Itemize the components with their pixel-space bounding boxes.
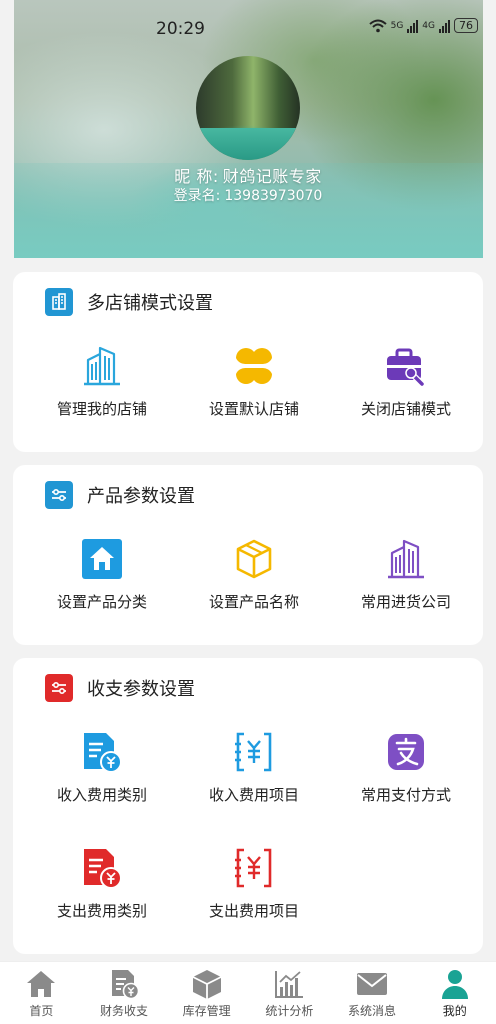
- item-label: 关闭店铺模式: [360, 400, 451, 418]
- item-label: 常用进货公司: [360, 593, 451, 611]
- buildings-icon: [84, 346, 120, 386]
- item-label: 支出费用项目: [208, 902, 299, 920]
- status-time: 20:29: [156, 19, 205, 39]
- expense-item-icon: [235, 848, 272, 888]
- tab-label: 我的: [442, 1004, 467, 1018]
- login-row: 登录名: 13983973070: [0, 185, 496, 205]
- login-value: 13983973070: [224, 188, 323, 204]
- section-title: 产品参数设置: [87, 486, 195, 507]
- home-category-icon: [82, 539, 122, 579]
- chart-icon: [275, 971, 304, 998]
- section-title-row: 多店铺模式设置: [45, 288, 213, 316]
- avatar-image: [196, 128, 300, 160]
- clover-icon: [236, 348, 272, 384]
- mail-icon: [357, 973, 388, 995]
- toolbox-icon: [387, 348, 425, 387]
- alipay-icon: [388, 734, 424, 770]
- payment-method-button[interactable]: 常用支付方式: [331, 730, 481, 805]
- close-store-mode-button[interactable]: 关闭店铺模式: [331, 344, 481, 419]
- company-icon: [388, 539, 424, 579]
- manage-stores-button[interactable]: 管理我的店铺: [27, 344, 177, 419]
- income-item-button[interactable]: 收入费用项目: [179, 730, 329, 805]
- tab-messages[interactable]: 系统消息: [331, 962, 414, 1024]
- network-4g-label: 4G: [422, 20, 435, 31]
- section-title-row: 产品参数设置: [45, 481, 195, 509]
- home-icon: [27, 971, 56, 997]
- section-title: 收支参数设置: [87, 679, 195, 700]
- expense-item-button[interactable]: 支出费用项目: [179, 846, 329, 921]
- finance-doc-icon: [112, 970, 140, 1000]
- item-label: 设置产品分类: [56, 593, 147, 611]
- item-label: 设置默认店铺: [208, 400, 299, 418]
- set-default-store-button[interactable]: 设置默认店铺: [179, 344, 329, 419]
- tab-me[interactable]: 我的: [413, 962, 496, 1024]
- item-label: 管理我的店铺: [56, 400, 147, 418]
- item-label: 常用支付方式: [360, 786, 451, 804]
- tab-home[interactable]: 首页: [0, 962, 83, 1024]
- tab-label: 库存管理: [182, 1004, 231, 1018]
- tab-label: 财务收支: [100, 1004, 149, 1018]
- item-label: 收入费用类别: [56, 786, 147, 804]
- tab-label: 系统消息: [348, 1004, 397, 1018]
- wifi-icon: [368, 19, 387, 32]
- section-income-expense-params: 收支参数设置 收入费用类别 收入费用项目 常用支付方式 支出费用类别 支出费用项…: [13, 658, 483, 954]
- nickname-row: 昵 称: 财鸽记账专家: [0, 163, 496, 187]
- sliders-icon: [45, 481, 73, 509]
- user-icon: [441, 970, 468, 999]
- section-title: 多店铺模式设置: [87, 293, 213, 314]
- screen: 20:29 5G 4G 76 昵 称: 财鸽记账专家 登录名: 1398397307…: [0, 0, 496, 1024]
- item-label: 收入费用项目: [208, 786, 299, 804]
- tab-inventory[interactable]: 库存管理: [165, 962, 248, 1024]
- supplier-button[interactable]: 常用进货公司: [331, 537, 481, 612]
- building-icon: [45, 288, 73, 316]
- status-icons: 5G 4G 76: [368, 18, 478, 33]
- section-store-mode: 多店铺模式设置 管理我的店铺 设置默认店铺 关闭店铺模式: [13, 272, 483, 452]
- section-product-params: 产品参数设置 设置产品分类 设置产品名称 常用进货公司: [13, 465, 483, 645]
- nickname-label: 昵 称:: [174, 167, 219, 186]
- avatar[interactable]: [196, 56, 300, 160]
- section-title-row: 收支参数设置: [45, 674, 195, 702]
- box-icon: [236, 539, 272, 579]
- income-category-button[interactable]: 收入费用类别: [27, 730, 177, 805]
- expense-category-button[interactable]: 支出费用类别: [27, 846, 177, 921]
- item-label: 设置产品名称: [208, 593, 299, 611]
- item-label: 支出费用类别: [56, 902, 147, 920]
- sliders-icon: [45, 674, 73, 702]
- tab-statistics[interactable]: 统计分析: [248, 962, 331, 1024]
- income-item-icon: [235, 732, 272, 772]
- battery-icon: 76: [454, 18, 478, 33]
- income-doc-icon: [84, 733, 122, 773]
- network-5g-label: 5G: [390, 20, 404, 31]
- expense-doc-icon: [84, 849, 122, 889]
- product-category-button[interactable]: 设置产品分类: [27, 537, 177, 612]
- bottom-tab-bar: 首页 财务收支 库存管理 统计分析 系统消息 我的: [0, 961, 496, 1024]
- tab-finance[interactable]: 财务收支: [83, 962, 166, 1024]
- product-name-button[interactable]: 设置产品名称: [179, 537, 329, 612]
- login-label: 登录名:: [173, 188, 221, 204]
- nickname-value: 财鸽记账专家: [222, 167, 322, 186]
- tab-label: 首页: [29, 1004, 54, 1018]
- signal-icon: [407, 19, 419, 33]
- signal-icon-2: [439, 19, 450, 33]
- tab-label: 统计分析: [265, 1004, 314, 1018]
- inventory-box-icon: [192, 970, 222, 999]
